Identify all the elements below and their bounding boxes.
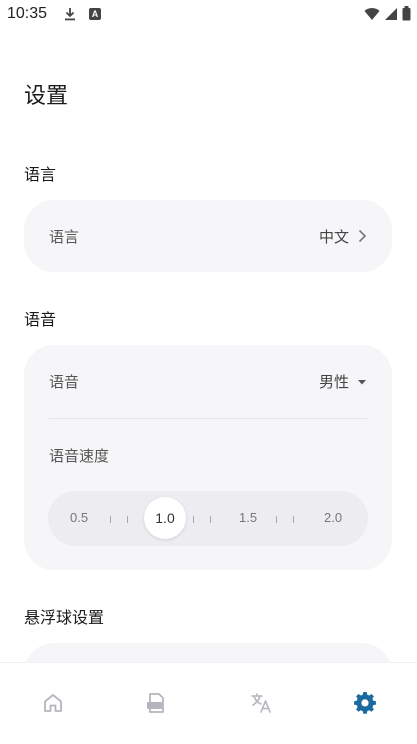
floating-ball-section-header: 悬浮球设置 (24, 608, 105, 627)
voice-value-group: 男性 (319, 371, 367, 392)
divider (49, 418, 367, 419)
speech-speed-label: 语音速度 (49, 447, 110, 465)
status-icons (364, 6, 411, 21)
wifi-icon (364, 7, 380, 20)
language-section-header: 语言 (24, 165, 57, 184)
speed-option-0-5[interactable]: 0.5 (70, 510, 88, 525)
chevron-right-icon (358, 229, 367, 243)
voice-section-header: 语音 (24, 310, 57, 329)
voice-gender-row[interactable]: 语音 男性 (49, 345, 367, 418)
translate-icon[interactable] (249, 691, 273, 715)
speed-tick-mark (276, 516, 277, 523)
speed-tick-mark (193, 516, 194, 523)
speed-tick-mark (293, 516, 294, 523)
language-label: 语言 (49, 227, 80, 246)
speech-speed-slider[interactable]: 0.5 1.5 2.0 1.0 (48, 491, 368, 546)
home-icon[interactable] (41, 691, 65, 715)
dropdown-arrow-icon (358, 379, 366, 384)
speed-tick-mark (210, 516, 211, 523)
voice-label: 语音 (49, 373, 80, 391)
speed-option-1-5[interactable]: 1.5 (239, 510, 257, 525)
language-row[interactable]: 语言 中文 (49, 200, 367, 272)
download-icon (65, 8, 75, 21)
page-title: 设置 (24, 84, 69, 109)
language-card: 语言 中文 (24, 200, 392, 272)
notification-a-icon: A (89, 8, 101, 20)
voice-card: 语音 男性 语音速度 0.5 1.5 2.0 1.0 (24, 345, 392, 570)
language-value: 中文 (318, 227, 349, 246)
battery-icon (402, 6, 411, 21)
speed-tick-mark (127, 516, 128, 523)
language-value-group: 中文 (319, 226, 367, 247)
status-time: 10:35 (7, 5, 48, 22)
speed-option-2-0[interactable]: 2.0 (324, 510, 342, 525)
voice-value: 男性 (318, 373, 349, 391)
speed-slider-thumb[interactable]: 1.0 (144, 497, 186, 539)
speed-tick-mark (110, 516, 111, 523)
document-icon[interactable] (144, 691, 168, 715)
status-bar: 10:35 A (0, 0, 417, 30)
gear-icon[interactable] (353, 691, 377, 715)
signal-icon (385, 7, 397, 20)
bottom-navigation (0, 662, 417, 744)
